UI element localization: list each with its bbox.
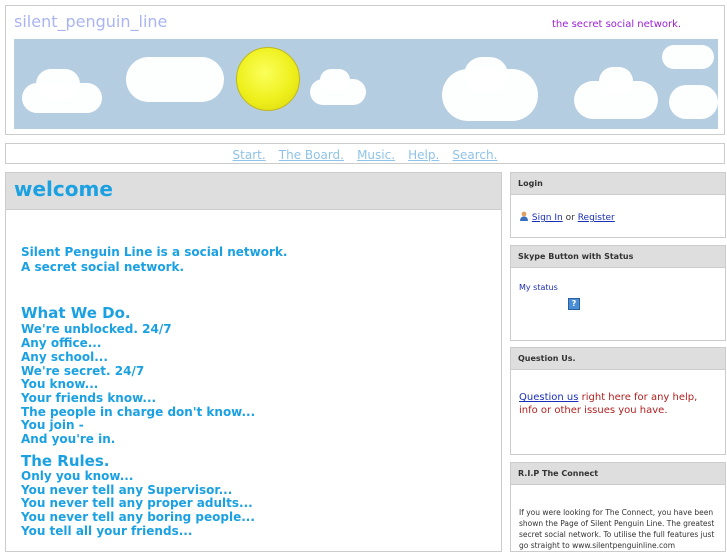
sign-in-link[interactable]: Sign In — [532, 213, 563, 223]
cloud-icon — [36, 69, 80, 99]
list-item: Any office... — [21, 336, 102, 350]
cloud-icon — [464, 57, 508, 93]
question-text: Question us right here for any help, inf… — [519, 391, 719, 417]
panel-title: Skype Button with Status — [511, 246, 725, 268]
list-item: Any school... — [21, 350, 108, 364]
site-title[interactable]: silent_penguin_line — [14, 12, 167, 31]
site-header: silent_penguin_line the secret social ne… — [5, 5, 725, 135]
question-us-link[interactable]: Question us — [519, 392, 578, 403]
page-title: welcome — [14, 177, 113, 201]
list-item: Only you know... — [21, 469, 134, 483]
list-item: And you're in. — [21, 432, 116, 446]
cloud-icon — [662, 45, 714, 69]
intro-line: A secret social network. — [21, 260, 185, 274]
nav-search[interactable]: Search. — [452, 148, 497, 162]
or-text: or — [565, 213, 575, 223]
cloud-icon — [669, 85, 718, 119]
list-item: The people in charge don't know... — [21, 405, 256, 419]
sky-banner — [14, 39, 718, 129]
login-line: Sign In or Register — [519, 211, 615, 223]
nav-music[interactable]: Music. — [357, 148, 395, 162]
cloud-icon — [599, 67, 633, 95]
list-item: We're secret. 24/7 — [21, 364, 145, 378]
nav-help[interactable]: Help. — [408, 148, 439, 162]
skype-status-link[interactable]: My status — [519, 283, 558, 292]
nav-the-board[interactable]: The Board. — [279, 148, 344, 162]
cloud-icon — [320, 69, 350, 91]
list-item: You never tell any Supervisor... — [21, 483, 233, 497]
skype-status-icon[interactable]: ? — [568, 298, 580, 310]
list-item: You join - — [21, 418, 84, 432]
panel-title: Login — [511, 173, 725, 195]
intro-line: Silent Penguin Line is a social network. — [21, 245, 288, 259]
nav-start[interactable]: Start. — [233, 148, 266, 162]
skype-panel: Skype Button with Status My status ? — [510, 245, 726, 341]
login-panel: Login Sign In or Register — [510, 172, 726, 238]
sun-icon — [236, 47, 300, 111]
register-link[interactable]: Register — [578, 213, 615, 223]
list-item: You tell all your friends... — [21, 524, 193, 538]
site-tagline: the secret social network. — [552, 19, 682, 30]
main-nav: Start. The Board. Music. Help. Search. — [5, 143, 725, 164]
list-item: You never tell any proper adults... — [21, 496, 253, 510]
list-item: Your friends know... — [21, 391, 157, 405]
panel-title: R.I.P The Connect — [511, 463, 725, 485]
main-header: welcome — [6, 173, 501, 210]
rip-text: If you were looking for The Connect, you… — [519, 508, 715, 550]
section-heading-the-rules: The Rules. — [21, 452, 110, 470]
list-item: You never tell any boring people... — [21, 510, 255, 524]
cloud-icon — [126, 57, 224, 102]
rip-panel: R.I.P The Connect If you were looking fo… — [510, 462, 726, 552]
section-heading-what-we-do: What We Do. — [21, 304, 131, 322]
user-icon — [519, 211, 529, 221]
list-item: We're unblocked. 24/7 — [21, 322, 172, 336]
panel-title: Question Us. — [511, 348, 725, 370]
list-item: You know... — [21, 377, 99, 391]
question-panel: Question Us. Question us right here for … — [510, 347, 726, 455]
main-content: welcome Silent Penguin Line is a social … — [5, 172, 502, 552]
